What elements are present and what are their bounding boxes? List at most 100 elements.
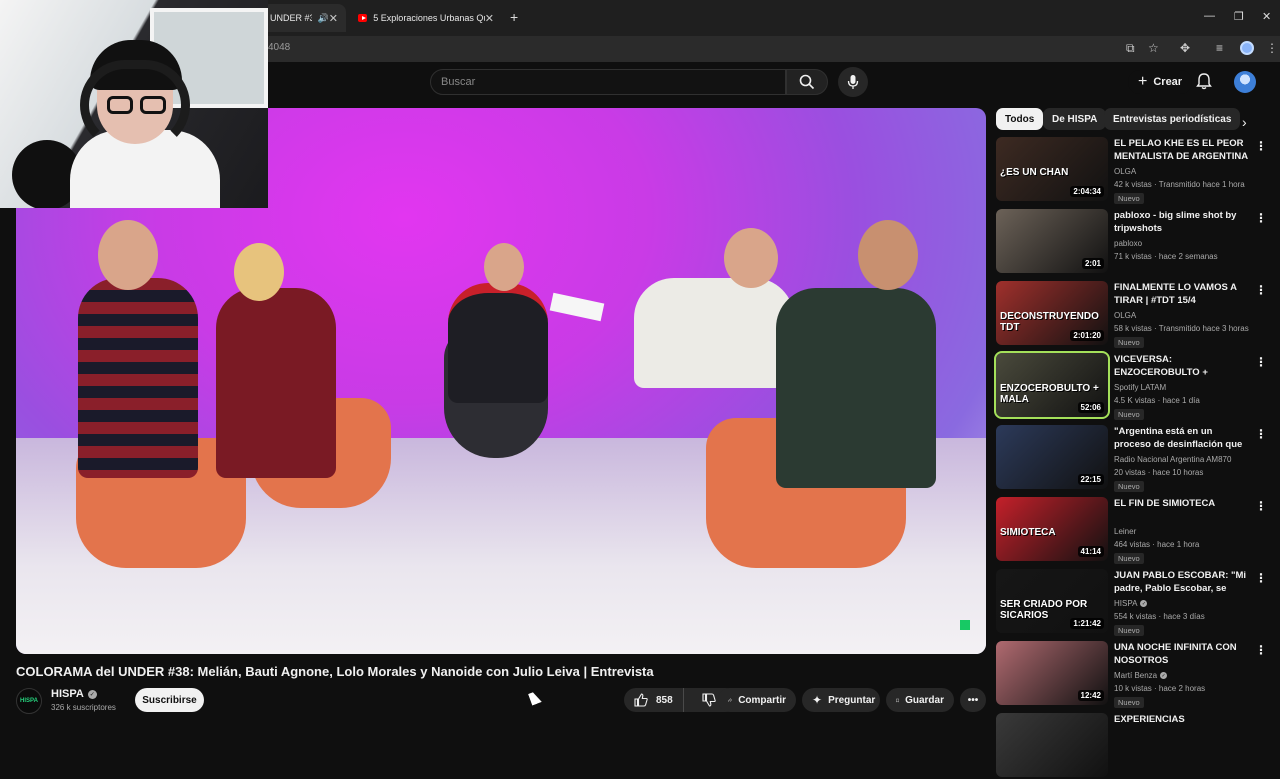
- recommendation-channel-name: Martí Benza: [1114, 671, 1158, 680]
- recommendation-channel[interactable]: OLGA: [1114, 167, 1136, 176]
- subscriber-count: 326 k suscriptores: [51, 703, 116, 712]
- recommendation-channel[interactable]: Spotify LATAM: [1114, 383, 1166, 392]
- tab-title: 5 Exploraciones Urbanas Que Te: [373, 13, 484, 23]
- video-thumbnail[interactable]: [996, 713, 1108, 777]
- more-options-icon[interactable]: ⋮: [1255, 283, 1267, 297]
- chip-todos[interactable]: Todos: [996, 108, 1044, 130]
- video-thumbnail[interactable]: ENZOCEROBULTO + MALA 52:06: [994, 351, 1110, 419]
- search-input[interactable]: Buscar: [430, 69, 786, 95]
- verified-icon: ✓: [1140, 600, 1148, 607]
- account-avatar[interactable]: [1234, 71, 1256, 93]
- more-options-icon[interactable]: ⋮: [1255, 211, 1267, 225]
- video-thumbnail[interactable]: SIMIOTECA 41:14: [996, 497, 1108, 561]
- person: [776, 288, 936, 488]
- bookmark-star-icon[interactable]: ☆: [1148, 41, 1159, 55]
- duration-badge: 2:01:20: [1070, 330, 1104, 341]
- browser-menu-icon[interactable]: ⋮: [1266, 41, 1278, 55]
- recommendation-title[interactable]: EL FIN DE SIMIOTECA: [1114, 497, 1248, 510]
- video-thumbnail[interactable]: 22:15: [996, 425, 1108, 489]
- more-options-icon[interactable]: ⋮: [1255, 355, 1267, 369]
- mouse-cursor-icon: [528, 690, 542, 706]
- more-options-icon[interactable]: ⋮: [1255, 571, 1267, 585]
- close-window-icon[interactable]: ✕: [1262, 10, 1271, 23]
- more-options-icon[interactable]: ⋮: [1255, 643, 1267, 657]
- recommendation-title[interactable]: JUAN PABLO ESCOBAR: "Mi padre, Pablo Esc…: [1114, 569, 1248, 595]
- speaker-icon[interactable]: 🔊: [318, 13, 329, 24]
- chip-entrevistas[interactable]: Entrevistas periodísticas: [1104, 108, 1241, 130]
- recommendation-item[interactable]: 22:15 "Argentina está en un proceso de de…: [996, 425, 1272, 492]
- recommendation-item[interactable]: ¿ES UN CHAN 2:04:34 EL PELAO KHE ES EL PEO…: [996, 137, 1272, 204]
- recommendation-meta: 10 k vistas · hace 2 horas: [1114, 684, 1206, 693]
- chevron-right-icon[interactable]: ›: [1242, 114, 1247, 130]
- more-options-icon[interactable]: ⋮: [1255, 139, 1267, 153]
- recommendation-channel-name: pabloxo: [1114, 239, 1143, 248]
- person-head: [858, 220, 918, 290]
- recommendation-item[interactable]: 12:42 UNA NOCHE INFINITA CON NOSOTROS Mart…: [996, 641, 1272, 708]
- person: [216, 288, 336, 478]
- create-button[interactable]: + Crear: [1128, 70, 1193, 94]
- recommendation-channel-name: Leiner: [1114, 527, 1137, 536]
- chip-de-hispa[interactable]: De HISPA: [1043, 108, 1107, 130]
- new-tab-icon[interactable]: +: [510, 9, 518, 25]
- notifications-button[interactable]: [1196, 72, 1212, 95]
- bookmark-icon: [896, 698, 899, 702]
- voice-search-button[interactable]: [838, 67, 868, 97]
- recommendation-item[interactable]: DECONSTRUYENDO TDT 2:01:20 FINALMENTE LO V…: [996, 281, 1272, 348]
- channel-name-text: HISPA: [51, 688, 84, 700]
- more-actions-button[interactable]: •••: [960, 688, 986, 712]
- recommendation-channel[interactable]: Martí Benza ✓: [1114, 671, 1168, 680]
- recommendation-title[interactable]: EL PELAO KHE ES EL PEOR MENTALISTA DE AR…: [1114, 137, 1248, 163]
- channel-name[interactable]: HISPA ✓: [51, 688, 97, 700]
- channel-avatar[interactable]: HISPA: [16, 688, 42, 714]
- close-tab-icon[interactable]: ✕: [329, 12, 338, 25]
- recommendation-item[interactable]: SIMIOTECA 41:14 EL FIN DE SIMIOTECA Leiner 4…: [996, 497, 1272, 564]
- video-thumbnail[interactable]: 12:42: [996, 641, 1108, 705]
- video-thumbnail[interactable]: SER CRIADO POR SICARIOS 1:21:42: [996, 569, 1108, 633]
- more-options-icon[interactable]: ⋮: [1255, 499, 1267, 513]
- like-button[interactable]: 858: [624, 688, 684, 712]
- recommendation-channel[interactable]: HISPA ✓: [1114, 599, 1148, 608]
- restore-icon[interactable]: ❐: [1234, 10, 1244, 23]
- recommendation-title[interactable]: "Argentina está en un proceso de desinfl…: [1114, 425, 1248, 451]
- browser-profile-avatar[interactable]: [1240, 41, 1254, 55]
- duration-badge: 22:15: [1077, 474, 1104, 485]
- extensions-icon[interactable]: ✥: [1180, 41, 1190, 55]
- recommendation-item[interactable]: 2:01 pabloxo - big slime shot by tripwsho…: [996, 209, 1272, 275]
- share-button[interactable]: Compartir: [718, 688, 796, 712]
- close-tab-icon[interactable]: ✕: [485, 12, 494, 25]
- save-button[interactable]: Guardar: [886, 688, 954, 712]
- recommendation-title[interactable]: VICEVERSA: ENZOCEROBULTO + MALANDRO: [1114, 353, 1248, 379]
- video-thumbnail[interactable]: DECONSTRUYENDO TDT 2:01:20: [996, 281, 1108, 345]
- browser-tab-active[interactable]: UNDER #38 🔊 ✕: [262, 4, 346, 32]
- recommendation-channel[interactable]: Leiner: [1114, 527, 1136, 536]
- ask-button[interactable]: ✦ Preguntar: [802, 688, 880, 712]
- recommendation-channel[interactable]: Radio Nacional Argentina AM870: [1114, 455, 1231, 464]
- recommendation-title[interactable]: pabloxo - big slime shot by tripwshots (…: [1114, 209, 1248, 235]
- search-icon: [799, 74, 815, 90]
- duration-badge: 2:01: [1081, 258, 1104, 269]
- plus-icon: +: [1138, 73, 1148, 90]
- more-options-icon[interactable]: ⋮: [1255, 427, 1267, 441]
- recommendation-item[interactable]: SER CRIADO POR SICARIOS 1:21:42 JUAN PABLO…: [996, 569, 1272, 636]
- recommendation-item[interactable]: EXPERIENCIAS: [996, 713, 1272, 779]
- video-thumbnail[interactable]: ¿ES UN CHAN 2:04:34: [996, 137, 1108, 201]
- video-thumbnail[interactable]: 2:01: [996, 209, 1108, 273]
- url-text[interactable]: 4048: [268, 42, 290, 53]
- subscribe-button[interactable]: Suscribirse: [135, 688, 204, 712]
- recommendation-title[interactable]: FINALMENTE LO VAMOS A TIRAR | #TDT 15/4: [1114, 281, 1248, 307]
- recommendation-title[interactable]: UNA NOCHE INFINITA CON NOSOTROS: [1114, 641, 1248, 667]
- webcam-overlay: [0, 0, 268, 208]
- browser-tab[interactable]: 5 Exploraciones Urbanas Que Te ✕: [350, 4, 502, 32]
- media-queue-icon[interactable]: ≡: [1216, 41, 1223, 55]
- new-badge: Nuevo: [1114, 697, 1144, 708]
- verified-icon: ✓: [1160, 672, 1168, 679]
- recommendation-channel[interactable]: OLGA: [1114, 311, 1136, 320]
- search-button[interactable]: [786, 69, 828, 95]
- thumbs-down-icon: [702, 693, 716, 707]
- recommendation-channel[interactable]: pabloxo: [1114, 239, 1142, 248]
- bell-icon: [1196, 73, 1212, 90]
- minimize-icon[interactable]: —: [1204, 10, 1215, 22]
- cast-icon[interactable]: ⧉: [1126, 41, 1135, 56]
- recommendation-item[interactable]: ENZOCEROBULTO + MALA 52:06 VICEVERSA: ENZO…: [994, 351, 1272, 420]
- video-title: COLORAMA del UNDER #38: Melián, Bauti Ag…: [16, 664, 654, 679]
